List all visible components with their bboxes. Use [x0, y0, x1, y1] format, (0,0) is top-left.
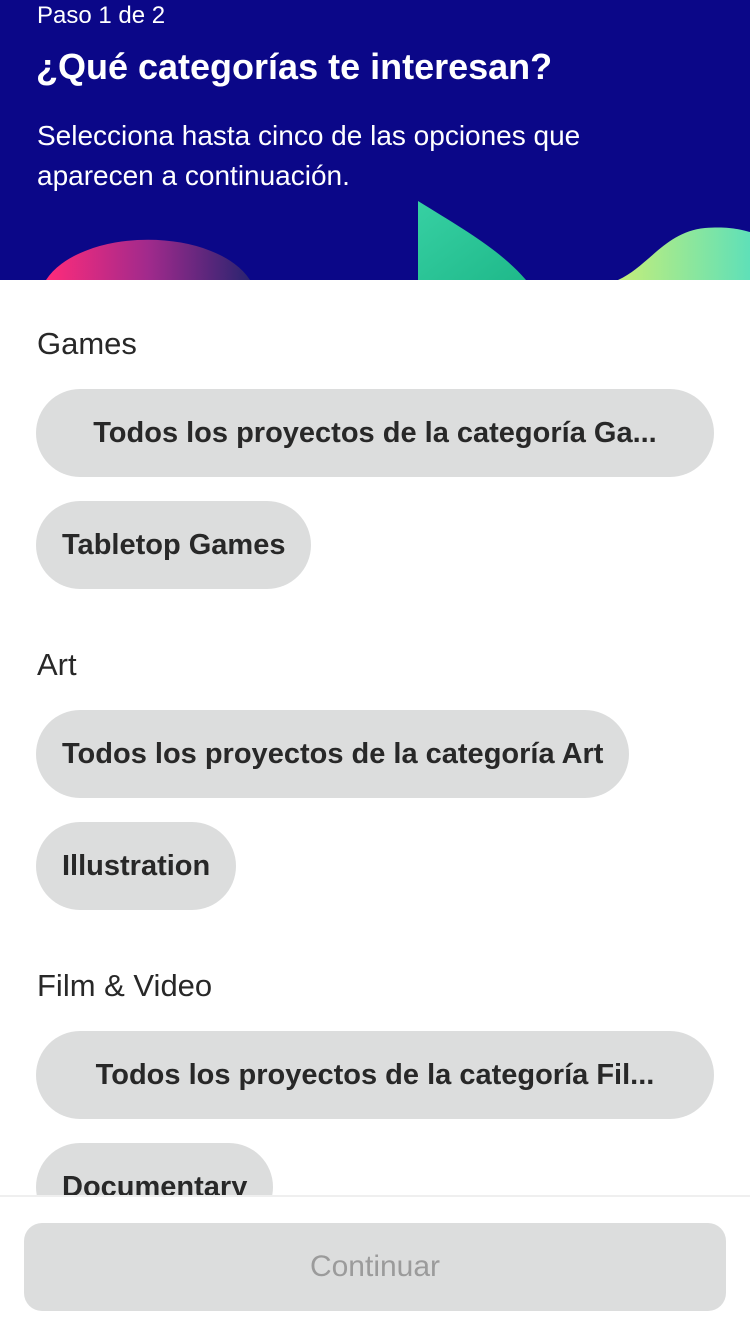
footer-bar: Continuar	[0, 1195, 750, 1334]
header-banner: Paso 1 de 2 ¿Qué categorías te interesan…	[0, 0, 750, 280]
page-title: ¿Qué categorías te interesan?	[36, 46, 553, 87]
category-chip-all-film-video[interactable]: Todos los proyectos de la categoría Fil.…	[36, 1031, 714, 1119]
continue-button[interactable]: Continuar	[24, 1223, 726, 1311]
onboarding-screen: Paso 1 de 2 ¿Qué categorías te interesan…	[0, 0, 750, 1334]
category-chip-illustration[interactable]: Illustration	[36, 822, 237, 910]
page-subtitle: Selecciona hasta cinco de las opciones q…	[37, 120, 581, 191]
category-chip-all-games[interactable]: Todos los proyectos de la categoría Ga..…	[36, 389, 714, 477]
section-title-art: Art	[37, 647, 77, 682]
category-chip-tabletop-games[interactable]: Tabletop Games	[36, 501, 312, 589]
section-title-film-video: Film & Video	[37, 968, 213, 1003]
step-indicator: Paso 1 de 2	[37, 2, 166, 29]
category-list[interactable]: Games Todos los proyectos de la categorí…	[0, 280, 750, 1195]
lime-wave-shape	[618, 227, 750, 280]
pink-circle-shape	[46, 239, 250, 280]
section-title-games: Games	[37, 326, 137, 361]
category-chip-all-art[interactable]: Todos los proyectos de la categoría Art	[36, 710, 630, 798]
teal-triangle-shape	[418, 201, 526, 280]
category-chip-documentary[interactable]: Documentary	[36, 1143, 274, 1195]
